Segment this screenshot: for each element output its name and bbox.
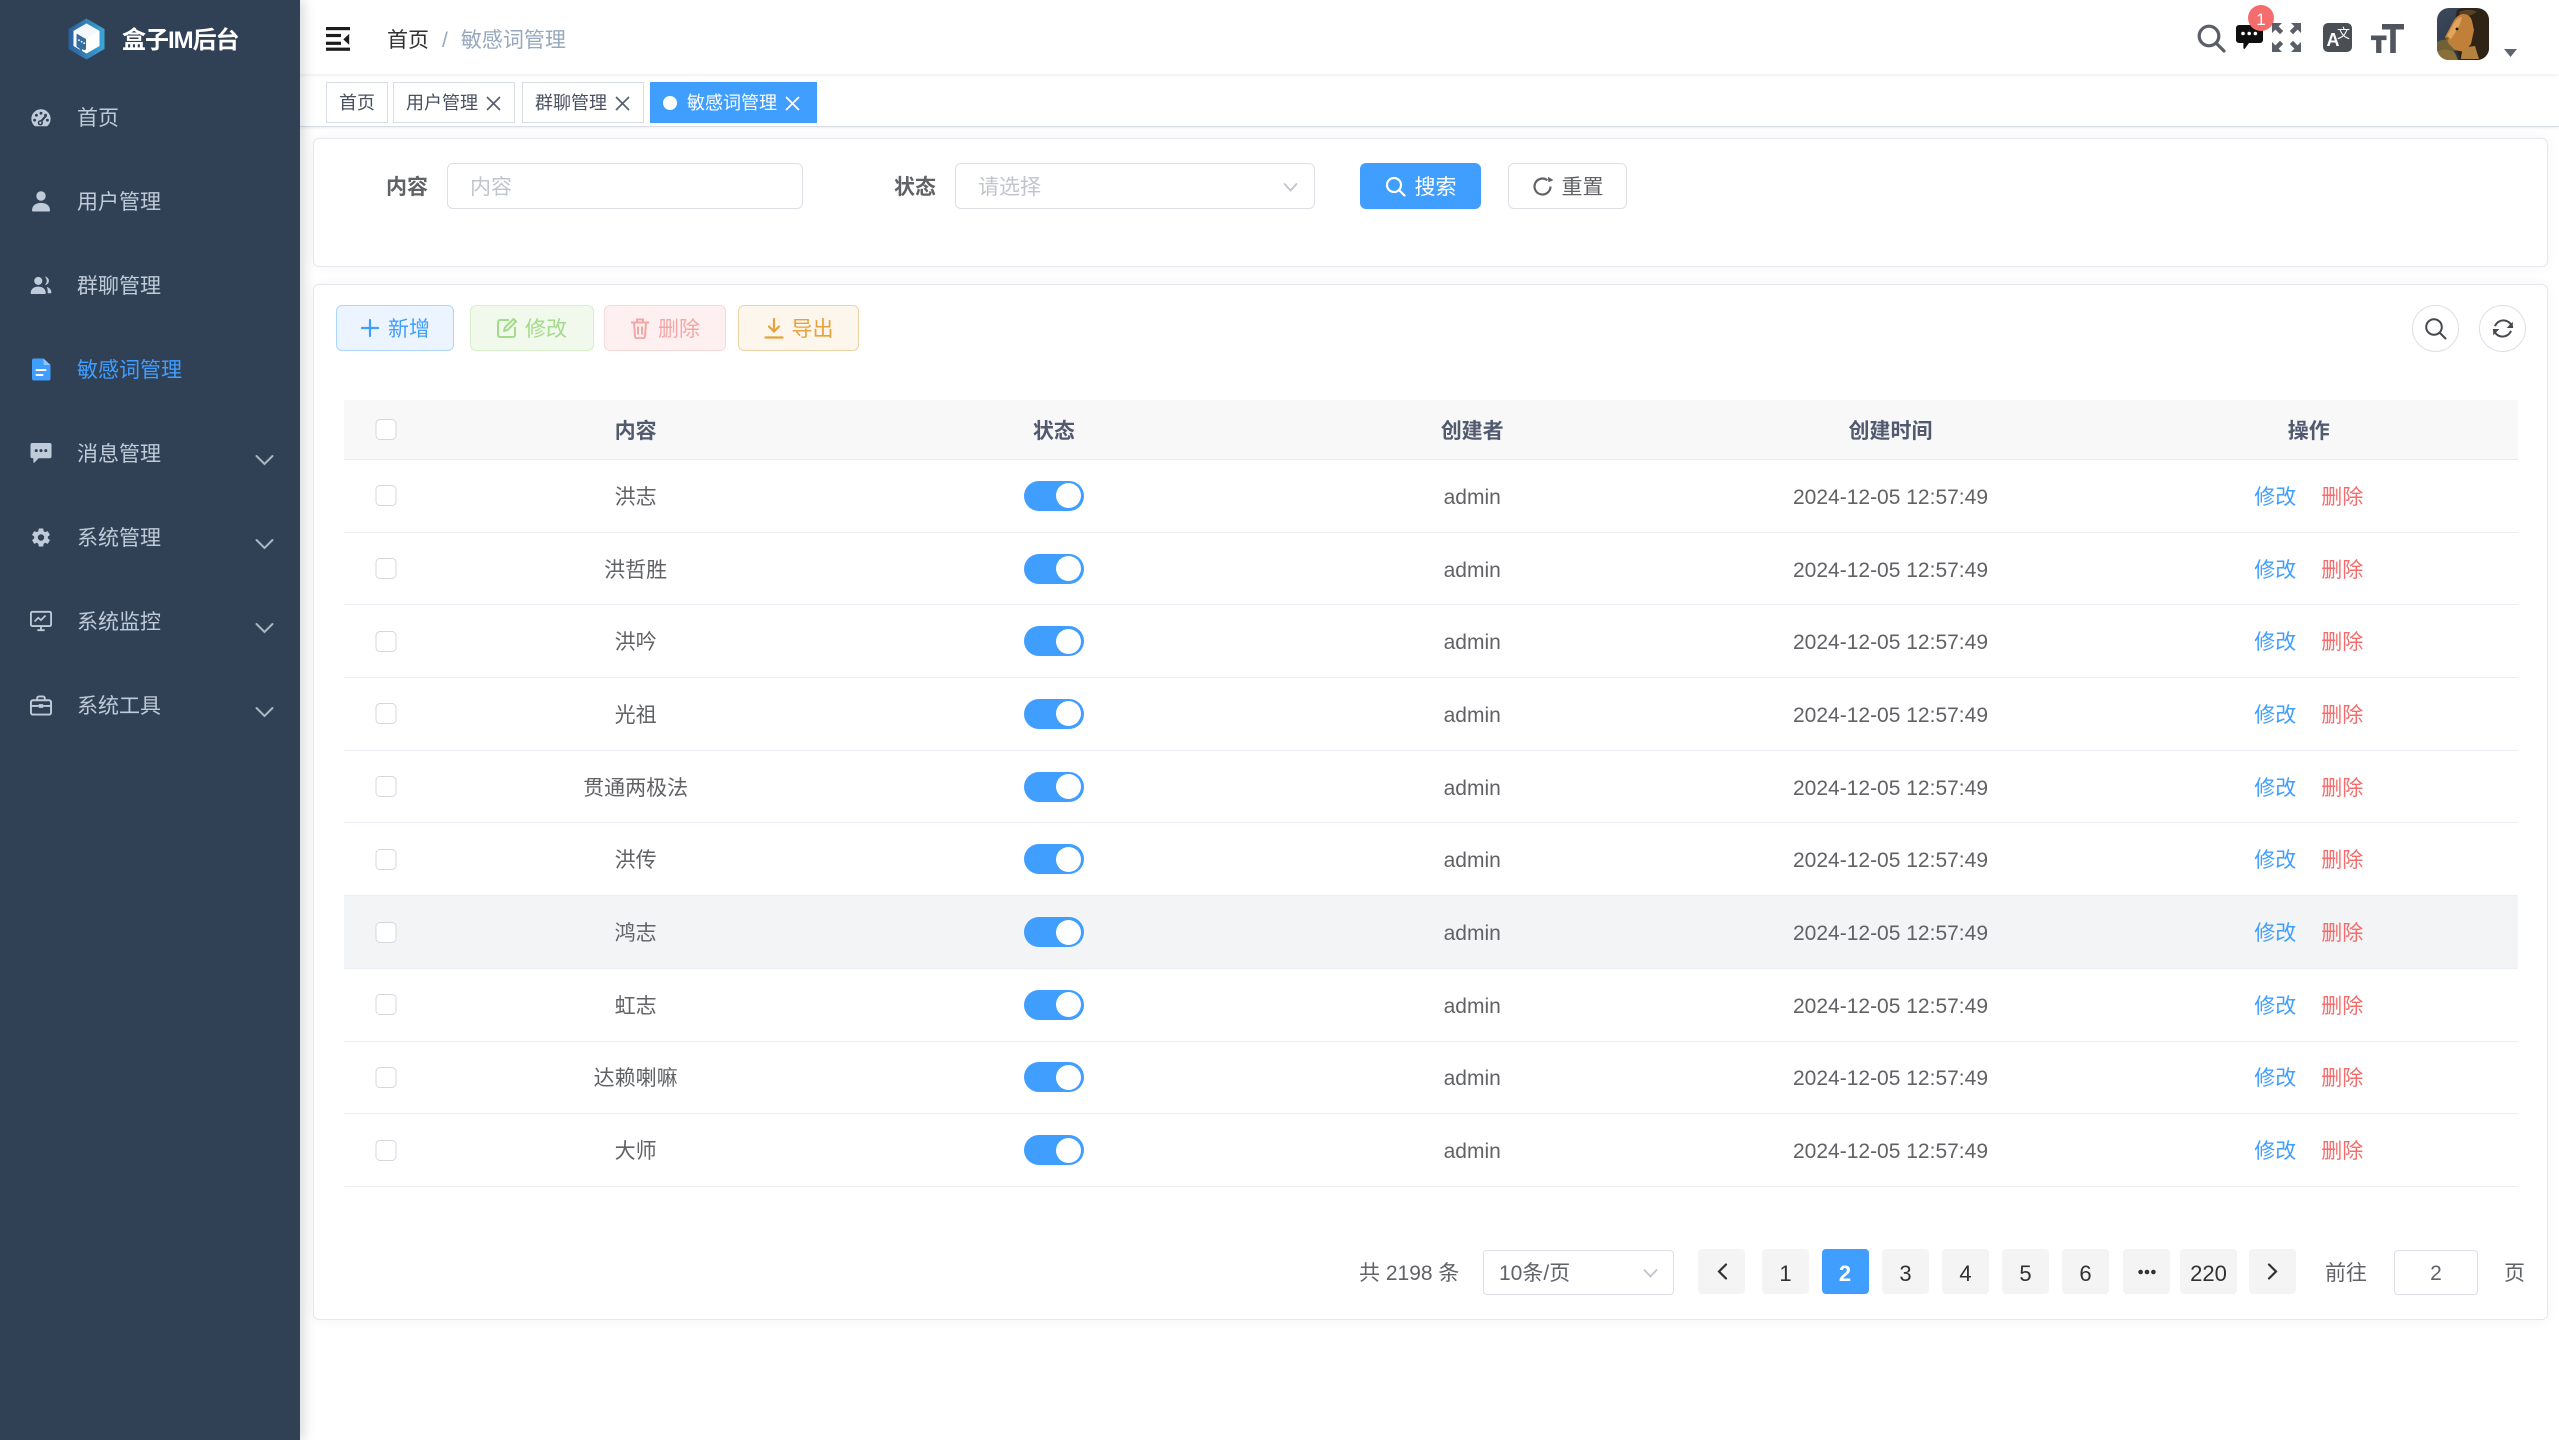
svg-text:文: 文 xyxy=(2337,23,2350,42)
